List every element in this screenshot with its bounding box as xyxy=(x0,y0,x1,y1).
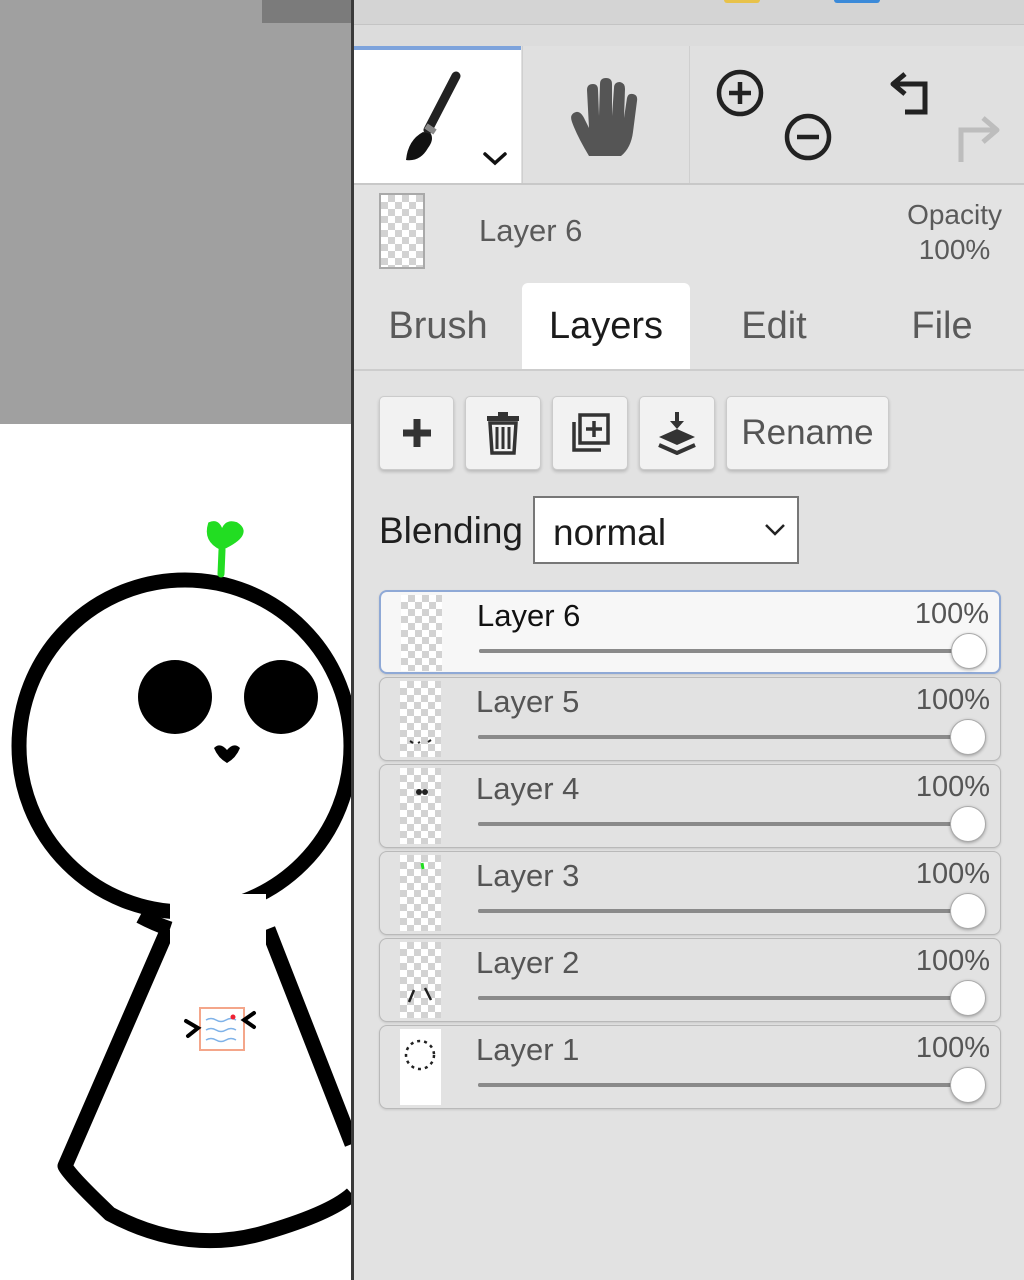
body-outline xyxy=(57,926,352,1249)
layer-name: Layer 4 xyxy=(476,771,580,806)
layer-opacity-slider[interactable] xyxy=(478,909,966,913)
layer-thumbnail xyxy=(400,942,441,1018)
duplicate-icon xyxy=(572,413,610,452)
redo-icon[interactable] xyxy=(951,112,1003,166)
current-layer-info: Layer 6 Opacity 100% xyxy=(354,185,1024,281)
layer-opacity-slider[interactable] xyxy=(478,1083,966,1087)
layer-row-2[interactable]: Layer 2 100% xyxy=(379,938,1001,1022)
layer-opacity-value: 100% xyxy=(915,771,990,803)
layer-opacity-value: 100% xyxy=(915,945,990,977)
merge-down-icon xyxy=(658,412,696,455)
layer-name: Layer 2 xyxy=(476,945,580,980)
layer-opacity-value: 100% xyxy=(914,598,989,630)
zoom-tool-group xyxy=(691,46,859,183)
add-layer-button[interactable] xyxy=(379,396,454,470)
zoom-out-icon[interactable] xyxy=(783,112,833,162)
rename-layer-button[interactable]: Rename xyxy=(726,396,889,470)
history-tool-group xyxy=(859,46,1024,183)
opacity-readout[interactable]: Opacity 100% xyxy=(907,197,1002,267)
blending-label: Blending xyxy=(379,510,524,551)
side-panel: Layer 6 Opacity 100% Brush Layers Edit F… xyxy=(354,0,1024,1280)
drawing-surface[interactable] xyxy=(0,424,352,1280)
trash-icon xyxy=(487,412,519,455)
layers-panel: Rename Blending normal Layer 6 100% Laye… xyxy=(354,371,1024,1280)
layer-row-5[interactable]: Layer 5 100% xyxy=(379,677,1001,761)
brush-tool-button[interactable] xyxy=(354,46,521,183)
layer-opacity-value: 100% xyxy=(915,1032,990,1064)
chevron-down-icon[interactable] xyxy=(482,150,508,168)
paintbrush-icon xyxy=(406,71,461,161)
delete-layer-button[interactable] xyxy=(465,396,541,470)
layer-opacity-value: 100% xyxy=(915,684,990,716)
layer-thumbnail xyxy=(400,768,441,844)
layer-row-6[interactable]: Layer 6 100% xyxy=(379,590,1001,674)
zoom-in-icon[interactable] xyxy=(715,68,765,118)
hand-icon xyxy=(571,78,638,156)
layer-name: Layer 6 xyxy=(477,598,581,633)
toolbar xyxy=(354,46,1024,185)
slider-knob[interactable] xyxy=(950,893,986,929)
drawing-canvas-area[interactable] xyxy=(0,0,352,1280)
color-swatch-hint[interactable] xyxy=(834,0,880,3)
layer-thumbnail xyxy=(400,1029,441,1105)
layer-opacity-slider[interactable] xyxy=(478,735,966,739)
layer-thumbnail xyxy=(400,855,441,931)
undo-icon[interactable] xyxy=(885,68,935,118)
merge-down-button[interactable] xyxy=(639,396,715,470)
tab-brush[interactable]: Brush xyxy=(354,283,522,369)
tab-edit[interactable]: Edit xyxy=(690,283,858,369)
layer-thumbnail xyxy=(401,595,442,671)
blending-mode-value: normal xyxy=(553,512,667,553)
duplicate-layer-button[interactable] xyxy=(552,396,628,470)
layer-opacity-slider[interactable] xyxy=(479,649,967,653)
canvas-edge xyxy=(262,0,352,23)
slider-knob[interactable] xyxy=(951,633,987,669)
panel-tabs: Brush Layers Edit File xyxy=(354,281,1024,371)
tab-file[interactable]: File xyxy=(858,283,1024,369)
current-layer-name: Layer 6 xyxy=(479,213,583,248)
left-eye xyxy=(138,660,212,734)
layer-opacity-value: 100% xyxy=(915,858,990,890)
layer-row-3[interactable]: Layer 3 100% xyxy=(379,851,1001,935)
hand-tool-button[interactable] xyxy=(522,46,690,183)
layer-opacity-slider[interactable] xyxy=(478,822,966,826)
layer-opacity-slider[interactable] xyxy=(478,996,966,1000)
slider-knob[interactable] xyxy=(950,806,986,842)
head-outline xyxy=(11,572,352,920)
sprout-stem xyxy=(217,546,226,578)
layer-name: Layer 1 xyxy=(476,1032,580,1067)
neck-cover xyxy=(170,894,266,954)
slider-knob[interactable] xyxy=(950,1067,986,1103)
sprout-leaves xyxy=(206,521,244,550)
slider-knob[interactable] xyxy=(950,980,986,1016)
blending-mode-select[interactable]: normal xyxy=(533,496,799,564)
layer-name: Layer 3 xyxy=(476,858,580,893)
layer-row-4[interactable]: Layer 4 100% xyxy=(379,764,1001,848)
character-drawing xyxy=(11,521,352,1249)
right-eye xyxy=(244,660,318,734)
layer-name: Layer 5 xyxy=(476,684,580,719)
opacity-label: Opacity xyxy=(907,199,1002,230)
slider-knob[interactable] xyxy=(950,719,986,755)
layer-row-1[interactable]: Layer 1 100% xyxy=(379,1025,1001,1109)
tab-layers[interactable]: Layers xyxy=(522,283,690,369)
opacity-value: 100% xyxy=(918,234,991,265)
layer-thumbnail xyxy=(400,681,441,757)
plus-icon xyxy=(402,419,431,447)
current-layer-thumbnail xyxy=(379,193,425,269)
chevron-down-icon xyxy=(765,524,785,536)
color-swatch-hint[interactable] xyxy=(724,0,760,3)
top-menu-strip xyxy=(354,0,1024,25)
